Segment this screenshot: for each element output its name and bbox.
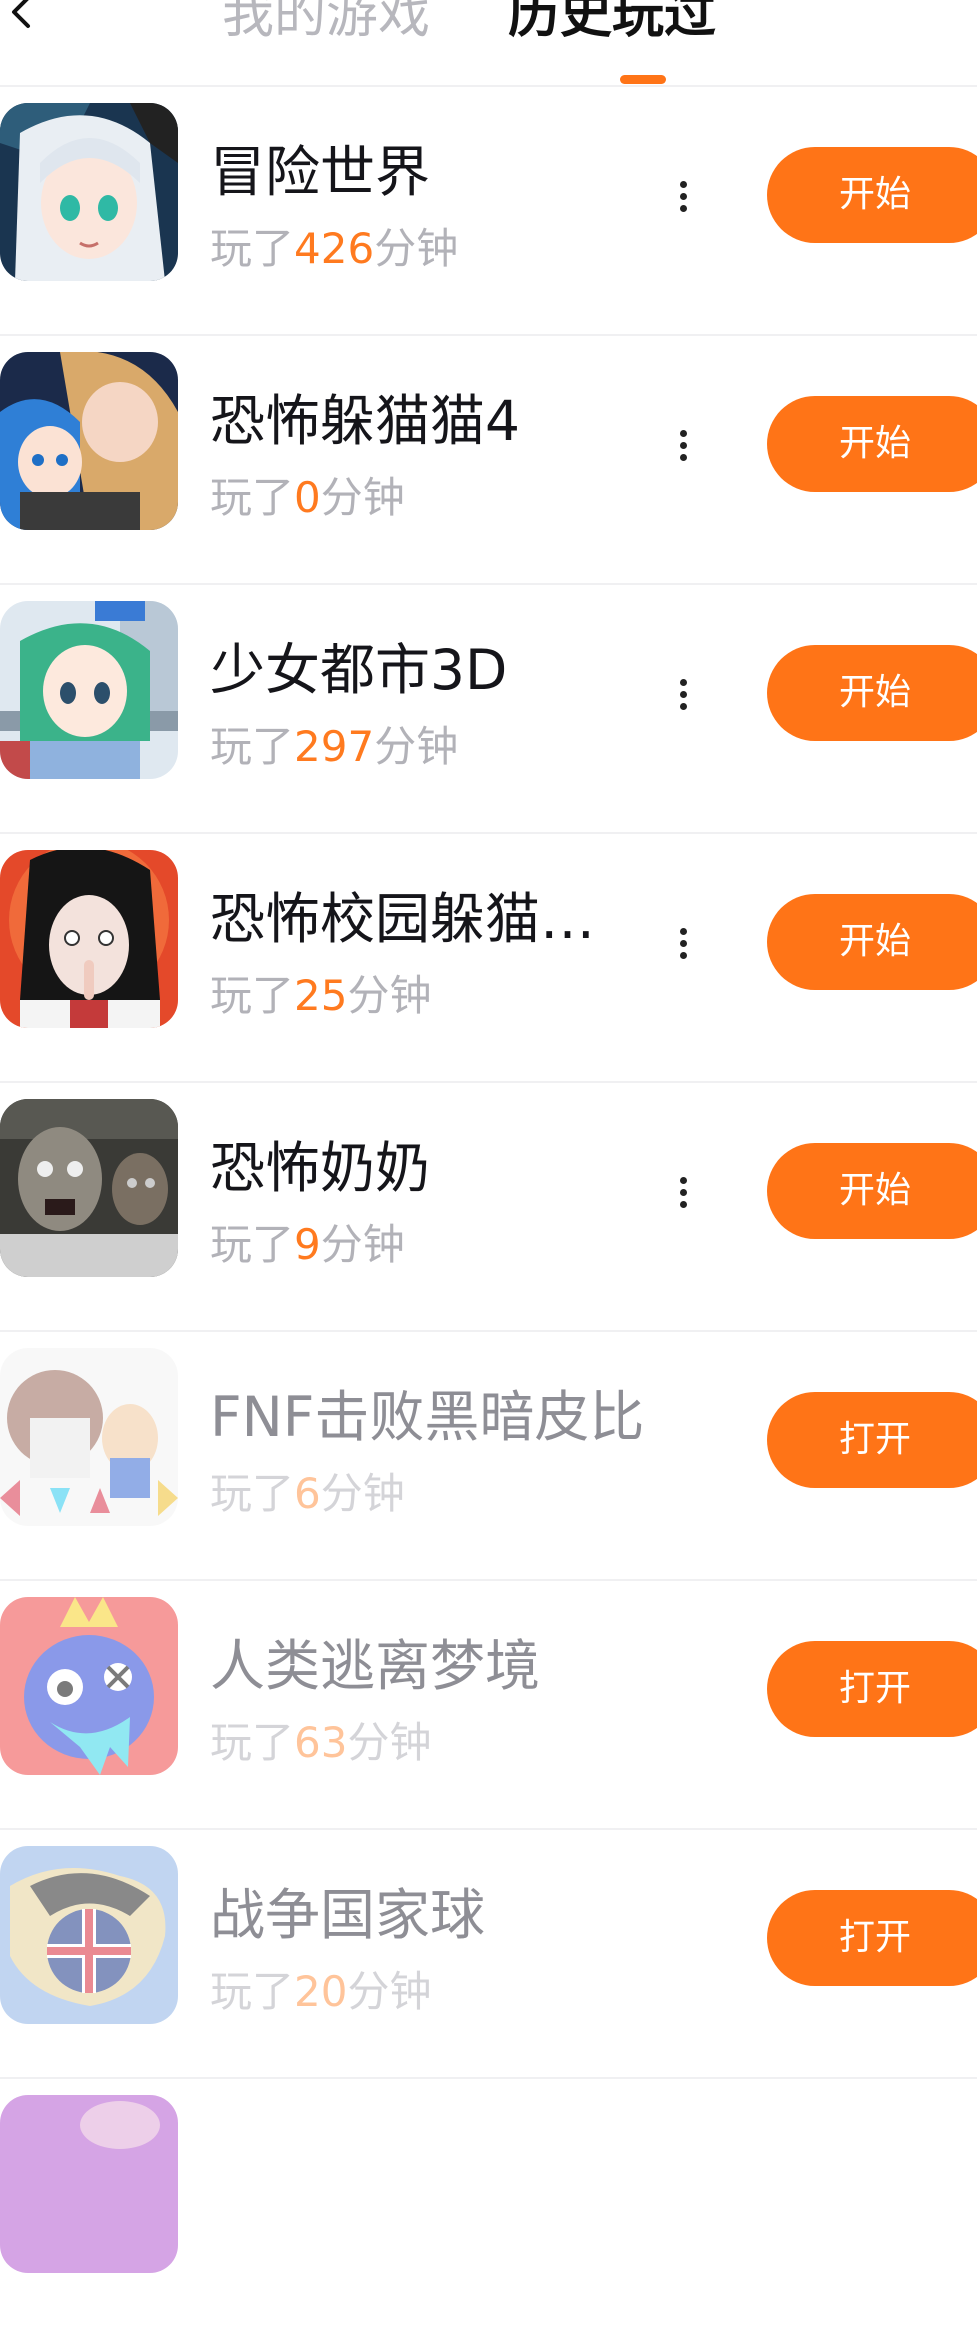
play-time: 玩了20分钟 <box>210 1967 432 2016</box>
game-title: 人类逃离梦境 <box>210 1634 541 1698</box>
anime-girl-icon[interactable] <box>0 103 178 281</box>
play-time: 玩了297分钟 <box>210 722 459 771</box>
game-row[interactable]: 少女都市3D 玩了297分钟 开始 <box>0 585 977 834</box>
play-minutes: 297 <box>294 722 375 771</box>
play-minutes: 25 <box>294 971 348 1020</box>
game-title: 恐怖奶奶 <box>210 1136 431 1200</box>
more-options-icon[interactable] <box>668 1173 698 1225</box>
open-button[interactable]: 打开 <box>767 1392 977 1488</box>
fnf-arrows-icon[interactable] <box>0 1348 178 1526</box>
play-time: 玩了25分钟 <box>210 971 432 1020</box>
schoolgirl-icon[interactable] <box>0 601 178 779</box>
game-title: 恐怖躲猫猫4 <box>210 389 520 453</box>
more-options-icon[interactable] <box>668 675 698 727</box>
play-time: 玩了6分钟 <box>210 1469 405 1518</box>
play-time: 玩了0分钟 <box>210 473 405 522</box>
game-row[interactable]: 恐怖躲猫猫4 玩了0分钟 开始 <box>0 336 977 585</box>
game-row[interactable]: 人类逃离梦境 玩了63分钟 打开 <box>0 1581 977 1830</box>
play-minutes: 426 <box>294 224 375 273</box>
game-row[interactable]: 恐怖校园躲猫… 玩了25分钟 开始 <box>0 834 977 1083</box>
play-time: 玩了9分钟 <box>210 1220 405 1269</box>
play-minutes: 20 <box>294 1967 348 2016</box>
blue-monster-icon[interactable] <box>0 1597 178 1775</box>
tab-play-history[interactable]: 历史玩过 <box>508 0 716 50</box>
play-minutes: 6 <box>294 1469 321 1518</box>
more-options-icon[interactable] <box>668 177 698 229</box>
back-arrow-icon[interactable] <box>6 0 36 32</box>
game-title: 冒险世界 <box>210 140 431 204</box>
start-button[interactable]: 开始 <box>767 894 977 990</box>
more-options-icon[interactable] <box>668 426 698 478</box>
countryball-icon[interactable] <box>0 1846 178 2024</box>
start-button[interactable]: 开始 <box>767 645 977 741</box>
play-minutes: 9 <box>294 1220 321 1269</box>
play-minutes: 0 <box>294 473 321 522</box>
game-row[interactable]: 恐怖奶奶 玩了9分钟 开始 <box>0 1083 977 1332</box>
granny-icon[interactable] <box>0 1099 178 1277</box>
game-title: 恐怖校园躲猫… <box>210 887 596 951</box>
play-time: 玩了426分钟 <box>210 224 459 273</box>
game-row[interactable]: 冒险世界 玩了426分钟 开始 <box>0 87 977 336</box>
play-time: 玩了63分钟 <box>210 1718 432 1767</box>
game-title: 少女都市3D <box>210 638 508 702</box>
game-title: FNF击败黑暗皮比 <box>210 1385 645 1449</box>
game-row[interactable]: FNF击败黑暗皮比 玩了6分钟 打开 <box>0 1332 977 1581</box>
open-button[interactable]: 打开 <box>767 1641 977 1737</box>
game-history-list: 冒险世界 玩了426分钟 开始 恐怖躲猫猫4 玩了0分钟 开始 少女都市3D 玩… <box>0 87 977 2328</box>
top-tab-bar: 我的游戏 历史玩过 <box>0 0 977 87</box>
active-tab-indicator <box>620 75 666 84</box>
start-button[interactable]: 开始 <box>767 1143 977 1239</box>
start-button[interactable]: 开始 <box>767 147 977 243</box>
anime-duo-icon[interactable] <box>0 352 178 530</box>
open-button[interactable]: 打开 <box>767 1890 977 1986</box>
horror-girl-icon[interactable] <box>0 850 178 1028</box>
game-title: 战争国家球 <box>210 1883 486 1947</box>
game-row-partial <box>0 2079 977 2328</box>
start-button[interactable]: 开始 <box>767 396 977 492</box>
game-icon <box>0 2095 178 2273</box>
game-row[interactable]: 战争国家球 玩了20分钟 打开 <box>0 1830 977 2079</box>
tab-my-games[interactable]: 我的游戏 <box>222 0 430 50</box>
more-options-icon[interactable] <box>668 924 698 976</box>
play-minutes: 63 <box>294 1718 348 1767</box>
